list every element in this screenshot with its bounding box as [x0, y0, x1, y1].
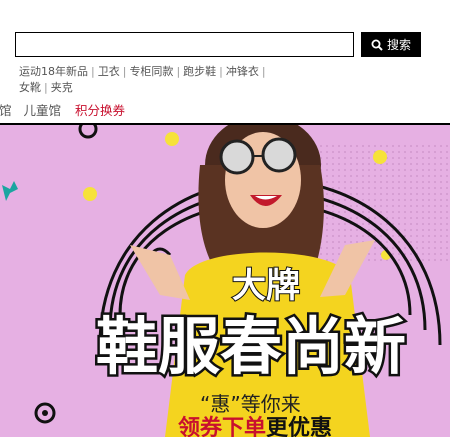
hot-word[interactable]: 冲锋衣	[226, 64, 259, 80]
divider: |	[261, 65, 266, 78]
banner-promo-black: 更优惠	[266, 415, 332, 437]
svg-text:领券下单更优惠: 领券下单更优惠	[178, 415, 332, 437]
divider: |	[91, 65, 95, 78]
category-nav: 馆儿童馆 积分换券	[0, 100, 125, 119]
promo-banner[interactable]: 大牌 鞋服春尚新 “惠”等你来 领券下单更优惠	[0, 123, 450, 437]
hot-word[interactable]: 卫衣	[98, 64, 120, 80]
search-button[interactable]: 搜索	[361, 32, 421, 57]
hot-word[interactable]: 跑步鞋	[183, 64, 216, 80]
nav-item-kids[interactable]: 儿童馆	[24, 100, 62, 119]
hot-words: 运动18年新品 | 卫衣 | 专柜同款 | 跑步鞋 | 冲锋衣 | 女靴 | 夹克	[19, 64, 299, 96]
banner-headline: 鞋服春尚新	[96, 310, 406, 383]
search-input[interactable]	[15, 32, 354, 57]
nav-item-points-coupon[interactable]: 积分换券	[75, 100, 125, 119]
hot-word[interactable]: 夹克	[51, 80, 73, 96]
divider: |	[122, 65, 127, 78]
banner-tag: 大牌	[232, 266, 300, 306]
hot-word[interactable]: 女靴	[19, 80, 41, 96]
nav-item[interactable]: 馆	[0, 100, 12, 119]
banner-subtitle: “惠”等你来	[200, 392, 301, 416]
divider: |	[219, 65, 223, 78]
search-icon	[371, 39, 383, 51]
divider: |	[44, 81, 48, 94]
divider: |	[176, 65, 181, 78]
hot-word[interactable]: 运动18年新品	[19, 64, 88, 80]
search-button-label: 搜索	[386, 38, 411, 52]
banner-promo-red: 领券下单	[178, 415, 266, 437]
hot-word[interactable]: 专柜同款	[129, 64, 173, 80]
search-bar: 搜索	[15, 32, 421, 57]
